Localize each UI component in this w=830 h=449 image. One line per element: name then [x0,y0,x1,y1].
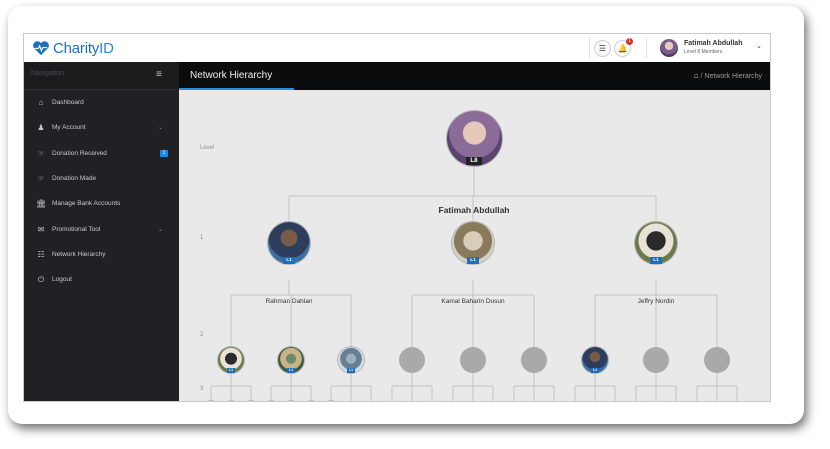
sidebar-item-label: Promotional Tool [52,225,101,233]
sidebar: Navigation ≡ ⌂ Dashboard ♟ My Account ⌄ ☞ Dona… [24,62,179,401]
sidebar-item-logout[interactable]: ⏻ Logout [24,267,179,292]
member-avatar[interactable] [226,401,236,402]
level-badge: L8 [466,156,482,166]
notification-badge: 1 [626,38,633,45]
member-name[interactable]: Rahman Dahlan [229,298,349,305]
empty-member-slot[interactable] [712,401,722,402]
sidebar-item-label: Manage Bank Accounts [52,200,121,208]
member-avatar[interactable] [206,401,216,402]
notifications-button[interactable]: 🔔 1 [614,38,633,57]
sidebar-item-manage-bank-accounts[interactable]: 🏛 Manage Bank Accounts [24,191,179,216]
sidebar-item-label: My Account [52,124,86,132]
megaphone-icon: ✉ [37,224,45,234]
handshake-icon: ☞ [37,148,45,158]
breadcrumb: ⌂ / Network Hierarchy [694,71,762,80]
chevron-down-icon: ⌄ [158,226,164,233]
chevron-down-icon[interactable]: ⌄ [756,42,762,50]
level-badge: L1 [287,368,295,373]
user-icon: ♟ [37,123,45,133]
bell-icon: 🔔 [617,44,628,53]
empty-member-slot[interactable] [468,401,478,402]
power-icon: ⏻ [37,274,45,284]
level-badge: L1 [467,257,479,264]
level-badge: L1 [227,368,235,373]
sidebar-item-label: Network Hierarchy [52,250,106,258]
member-name[interactable]: Fatimah Abdullah [414,205,534,215]
level-badge: L1 [283,257,295,264]
empty-member-slot[interactable] [590,401,600,402]
empty-member-slot[interactable] [460,347,486,373]
breadcrumb-separator: / [700,73,703,80]
navigation-label: Navigation [31,70,65,77]
empty-member-slot[interactable] [427,401,437,402]
app-window: CharityID ☰ 🔔 1 Fatimah Abdullah Level 8… [23,33,771,402]
empty-member-slot[interactable] [549,401,559,402]
member-avatar[interactable] [246,401,256,402]
sidebar-item-label: Donation Made [52,175,97,183]
sidebar-header: Navigation ≡ [24,62,179,90]
topbar-divider [646,38,647,58]
content-header: Network Hierarchy ⌂ / Network Hierarchy [179,62,770,90]
handshake-icon: ☞ [37,174,45,184]
level-badge: L1 [347,368,355,373]
empty-member-slot[interactable] [704,347,730,373]
logo-text: CharityID [53,39,114,57]
level-badge: L1 [591,368,599,373]
member-name[interactable]: Jeffry Nordin [596,298,716,305]
empty-member-slot[interactable] [529,401,539,402]
empty-member-slot[interactable] [631,401,641,402]
user-name[interactable]: Fatimah Abdullah [684,40,742,47]
sidebar-item-my-account[interactable]: ♟ My Account ⌄ [24,115,179,140]
empty-member-slot[interactable] [651,401,661,402]
home-icon: ⌂ [38,98,44,108]
empty-member-slot[interactable] [570,401,580,402]
menu-list-icon: ☰ [598,44,607,53]
sitemap-icon: ☷ [37,249,45,259]
member-name[interactable]: Kamal Baharin Dusun [413,298,533,305]
empty-member-slot[interactable] [488,401,498,402]
empty-member-slot[interactable] [643,347,669,373]
heart-pulse-icon [33,41,49,56]
empty-member-slot[interactable] [671,401,681,402]
member-avatar[interactable] [266,401,276,402]
sidebar-menu: ⌂ Dashboard ♟ My Account ⌄ ☞ Donation Received… [24,90,179,292]
member-avatar[interactable] [326,401,336,402]
bank-icon: 🏛 [36,199,47,209]
chevron-down-icon: ⌄ [158,125,164,132]
page-title: Network Hierarchy [190,70,273,81]
user-avatar[interactable] [660,39,678,57]
sidebar-item-donation-made[interactable]: ☞ Donation Made [24,166,179,191]
empty-member-slot[interactable] [509,401,519,402]
breadcrumb-current: Network Hierarchy [704,73,762,80]
topbar-divider [589,38,590,58]
empty-member-slot[interactable] [399,347,425,373]
empty-member-slot[interactable] [610,401,620,402]
sidebar-item-dashboard[interactable]: ⌂ Dashboard [24,90,179,115]
count-badge: 1 [160,149,168,157]
member-avatar[interactable] [286,401,296,402]
sidebar-item-donation-received[interactable]: ☞ Donation Received 1 [24,141,179,166]
empty-member-slot[interactable] [521,347,547,373]
empty-member-slot[interactable] [387,401,397,402]
sidebar-item-promotional-tool[interactable]: ✉ Promotional Tool ⌄ [24,216,179,241]
empty-member-slot[interactable] [346,401,356,402]
sidebar-item-network-hierarchy[interactable]: ☷ Network Hierarchy [24,242,179,267]
level-badge: L1 [650,257,662,264]
charityid-logo[interactable]: CharityID [32,39,114,57]
empty-member-slot[interactable] [448,401,458,402]
empty-member-slot[interactable] [692,401,702,402]
empty-member-slot[interactable] [407,401,417,402]
home-icon[interactable]: ⌂ [694,71,699,80]
messages-button[interactable]: ☰ [594,40,611,57]
network-hierarchy-panel: Level 1 2 3 L8 Fatimah Abdullah L1 Rahman D… [179,90,770,401]
empty-member-slot[interactable] [366,401,376,402]
member-avatar[interactable] [306,401,316,402]
sidebar-item-label: Donation Received [52,149,107,157]
sidebar-item-label: Logout [52,276,72,284]
hamburger-menu-icon[interactable]: ≡ [156,69,162,80]
empty-member-slot[interactable] [732,401,742,402]
top-bar: CharityID ☰ 🔔 1 Fatimah Abdullah Level 8… [24,34,770,63]
sidebar-item-label: Dashboard [52,99,84,107]
user-level: Level 8 Members [684,49,723,55]
